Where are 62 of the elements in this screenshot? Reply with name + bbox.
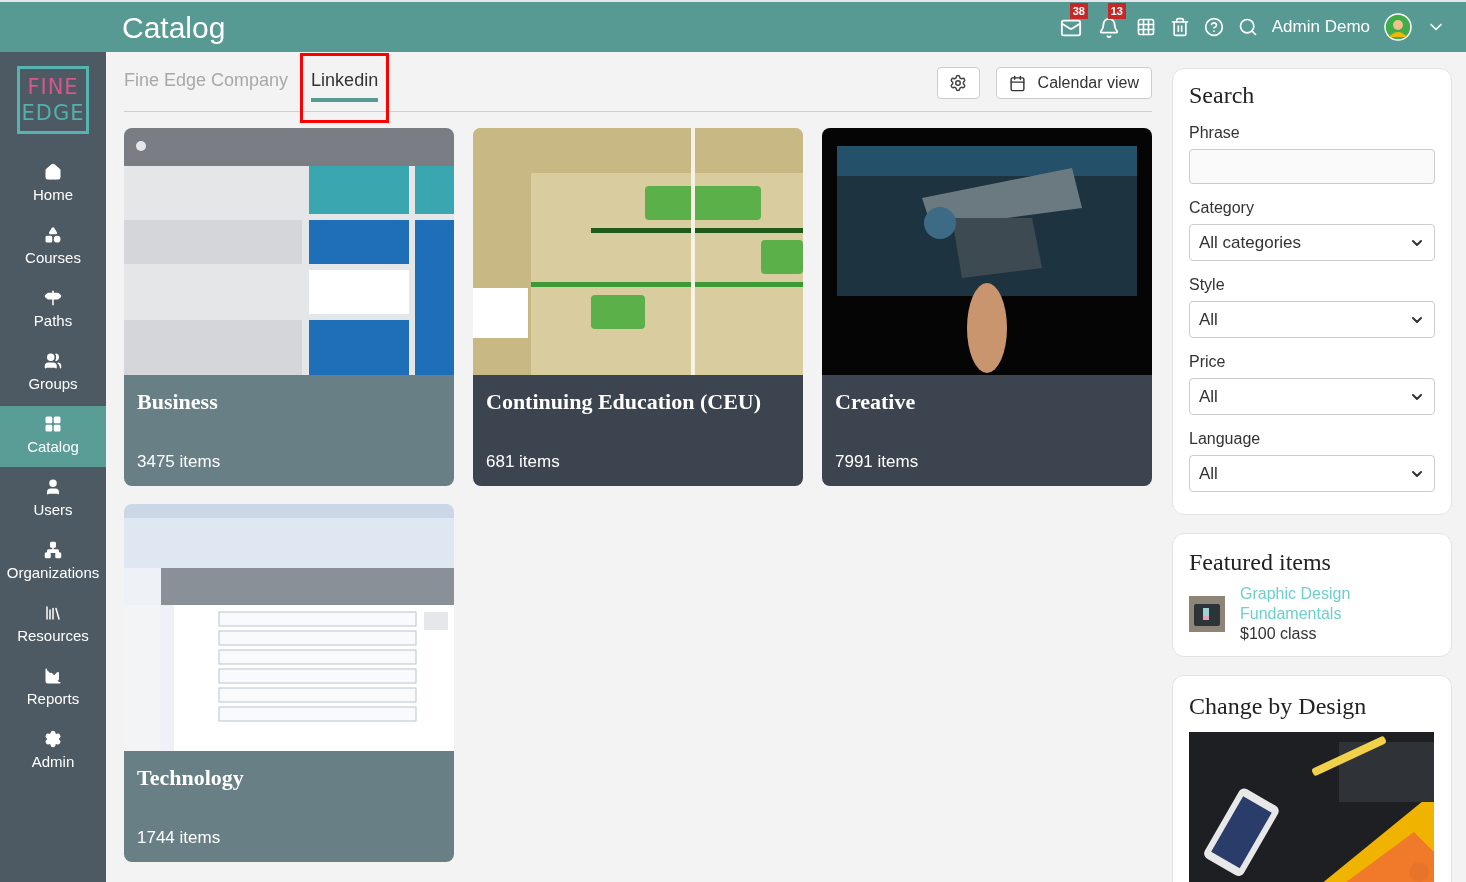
select-field[interactable]: All bbox=[1189, 301, 1435, 338]
panel-title: Change by Design bbox=[1189, 692, 1368, 721]
category-card[interactable]: Business 3475 items bbox=[124, 128, 454, 486]
nav-item[interactable]: Organizations bbox=[0, 532, 106, 593]
logo-text: EDGE bbox=[21, 100, 85, 126]
card-title: Creative bbox=[835, 388, 917, 416]
category-card[interactable]: Continuing Education (CEU) 681 items bbox=[473, 128, 803, 486]
calendar-icon bbox=[1008, 74, 1026, 92]
field-label: Phrase bbox=[1189, 123, 1241, 143]
nav-item[interactable]: Home bbox=[0, 154, 106, 215]
shapes-icon bbox=[44, 225, 62, 244]
card-title: Continuing Education (CEU) bbox=[486, 388, 763, 416]
item-count: 7991 items bbox=[835, 450, 920, 473]
users-icon bbox=[44, 351, 62, 370]
field-label: Category bbox=[1189, 198, 1255, 218]
trash-icon[interactable] bbox=[1169, 17, 1190, 37]
phrase-input[interactable] bbox=[1189, 149, 1435, 184]
help-icon[interactable] bbox=[1203, 17, 1224, 37]
select-field[interactable]: All categories bbox=[1189, 224, 1435, 261]
nav-item[interactable]: Groups bbox=[0, 343, 106, 404]
chart-icon bbox=[44, 666, 62, 685]
panel-title: Search bbox=[1189, 81, 1256, 109]
search-icon[interactable] bbox=[1237, 17, 1258, 37]
count-badge: 38 bbox=[1069, 3, 1088, 19]
field-label: Price bbox=[1189, 352, 1227, 372]
select-field[interactable]: All bbox=[1189, 455, 1435, 492]
panel-title: Featured items bbox=[1189, 548, 1332, 577]
signpost-icon bbox=[44, 288, 62, 307]
price-text: $100 class bbox=[1240, 624, 1318, 644]
settings-button[interactable] bbox=[936, 67, 980, 99]
nav-item[interactable]: Users bbox=[0, 469, 106, 530]
item-count: 3475 items bbox=[137, 450, 222, 473]
select-field[interactable]: All bbox=[1189, 378, 1435, 415]
settings-icon bbox=[44, 729, 62, 748]
tab[interactable]: Linkedin bbox=[311, 62, 379, 102]
books-icon bbox=[44, 603, 62, 622]
calendar-icon[interactable] bbox=[1135, 17, 1156, 37]
nav-item[interactable]: Paths bbox=[0, 280, 106, 341]
page-title: Catalog bbox=[122, 9, 226, 46]
user-icon bbox=[44, 477, 62, 496]
bell-icon[interactable] bbox=[1097, 17, 1120, 39]
item-count: 1744 items bbox=[137, 826, 222, 849]
item-count: 681 items bbox=[486, 450, 561, 473]
card-title: Business bbox=[137, 388, 219, 416]
network-icon bbox=[44, 540, 62, 559]
field-label: Style bbox=[1189, 275, 1226, 295]
nav-item[interactable]: Admin bbox=[0, 721, 106, 782]
nav-item[interactable]: Resources bbox=[0, 595, 106, 656]
grid-icon bbox=[44, 414, 62, 433]
mail-icon[interactable] bbox=[1059, 17, 1082, 39]
nav-item[interactable]: Reports bbox=[0, 658, 106, 719]
nav-item[interactable]: Courses bbox=[0, 217, 106, 278]
calendar-view-button[interactable]: Calendar view bbox=[995, 67, 1152, 99]
category-card[interactable]: Technology 1744 items bbox=[124, 504, 454, 862]
home-icon bbox=[44, 162, 62, 181]
field-label: Language bbox=[1189, 429, 1262, 449]
category-card[interactable]: Creative 7991 items bbox=[822, 128, 1152, 486]
card-title: Technology bbox=[137, 764, 245, 792]
avatar-icon[interactable] bbox=[1384, 13, 1412, 41]
logo-text: FINE bbox=[27, 74, 79, 100]
count-badge: 13 bbox=[1107, 3, 1126, 19]
settings-icon bbox=[949, 74, 968, 92]
